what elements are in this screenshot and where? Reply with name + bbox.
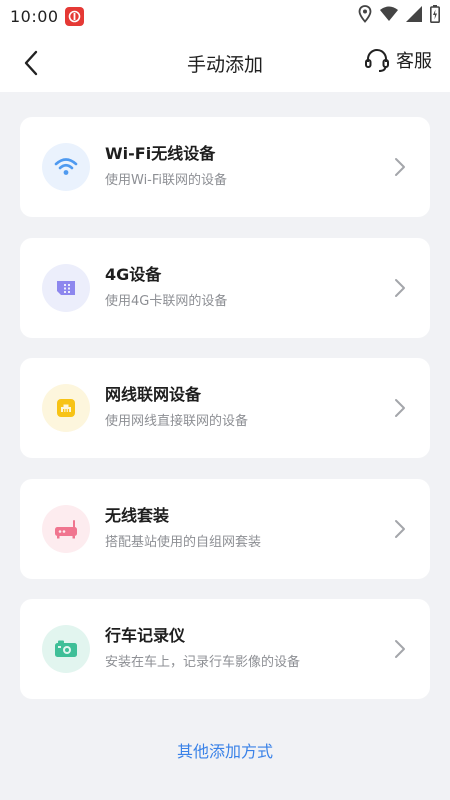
ethernet-device-icon-badge	[42, 384, 90, 432]
device-type-list: Wi-Fi无线设备 使用Wi-Fi联网的设备 4G设备 使用4G卡联网的设备 网…	[20, 117, 430, 720]
status-time: 10:00	[10, 6, 59, 26]
device-type-card-4g[interactable]: 4G设备 使用4G卡联网的设备	[20, 237, 430, 338]
card-title: Wi-Fi无线设备	[105, 144, 216, 163]
card-text: 4G设备 使用4G卡联网的设备	[105, 265, 227, 310]
card-subtitle: 使用4G卡联网的设备	[105, 293, 228, 309]
card-title: 4G设备	[105, 264, 162, 284]
status-icons	[358, 5, 440, 27]
camera-icon	[55, 640, 77, 657]
location-icon	[358, 5, 372, 27]
card-text: 行车记录仪 安装在车上，记录行车影像的设备	[105, 626, 300, 671]
chevron-right-icon	[395, 640, 405, 658]
card-title: 网线联网设备	[105, 385, 202, 404]
nav-bar: 手动添加 客服	[0, 32, 450, 92]
card-text: 网线联网设备 使用网线直接联网的设备	[105, 385, 248, 430]
device-type-card-ethernet[interactable]: 网线联网设备 使用网线直接联网的设备	[20, 358, 430, 458]
dashcam-icon-badge	[42, 625, 90, 673]
4g-device-icon-badge	[42, 263, 90, 312]
signal-icon	[406, 6, 422, 26]
card-subtitle: 搭配基站使用的自组网套装	[105, 534, 262, 550]
status-bar: 10:00	[0, 0, 450, 32]
chevron-right-icon	[395, 278, 405, 297]
wifi-icon	[380, 6, 398, 26]
card-title: 无线套装	[105, 505, 170, 525]
card-subtitle: 安装在车上，记录行车影像的设备	[105, 655, 301, 670]
card-text: 无线套装 搭配基站使用的自组网套装	[105, 506, 261, 551]
device-type-card-wifi[interactable]: Wi-Fi无线设备 使用Wi-Fi联网的设备	[20, 117, 430, 217]
ethernet-icon	[57, 399, 75, 417]
wifi-device-icon-badge	[42, 143, 90, 191]
device-type-card-wireless-kit[interactable]: 无线套装 搭配基站使用的自组网套装	[20, 478, 430, 579]
customer-service-label: 客服	[396, 51, 432, 72]
card-subtitle: 使用Wi-Fi联网的设备	[105, 173, 228, 188]
sim-card-icon	[57, 280, 75, 295]
chevron-right-icon	[395, 158, 405, 176]
battery-icon	[430, 5, 440, 27]
headset-icon	[365, 49, 389, 72]
card-text: Wi-Fi无线设备 使用Wi-Fi联网的设备	[105, 144, 227, 189]
router-icon	[55, 519, 77, 538]
other-add-methods-link[interactable]: 其他添加方式	[0, 738, 450, 762]
device-type-card-dashcam[interactable]: 行车记录仪 安装在车上，记录行车影像的设备	[20, 599, 430, 699]
chevron-right-icon	[395, 399, 405, 417]
wireless-kit-icon-badge	[42, 504, 90, 553]
customer-service-button[interactable]: 客服	[364, 47, 432, 73]
card-subtitle: 使用网线直接联网的设备	[105, 414, 249, 429]
chevron-right-icon	[395, 519, 405, 538]
app-badge-icon	[64, 6, 84, 26]
card-title: 行车记录仪	[105, 626, 186, 645]
wifi-icon	[54, 158, 78, 175]
